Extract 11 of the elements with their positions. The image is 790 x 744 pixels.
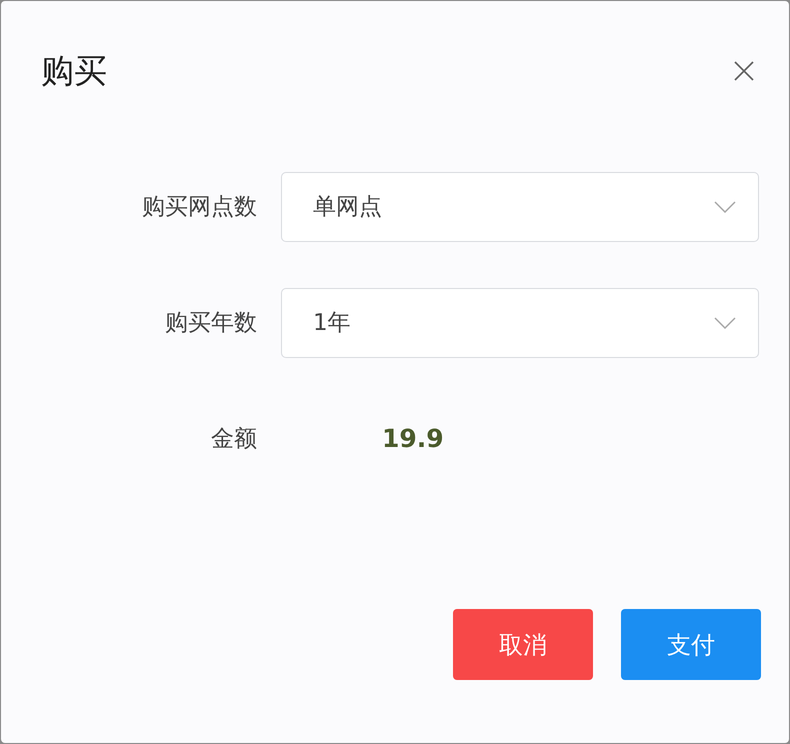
close-icon[interactable]: [733, 60, 755, 82]
cancel-button[interactable]: 取消: [453, 609, 593, 680]
amount-label: 金额: [210, 424, 257, 454]
select-field[interactable]: 1年: [281, 288, 759, 358]
chevron-down-icon: [714, 201, 736, 213]
field-label: 购买网点数: [141, 192, 257, 222]
select-field[interactable]: 单网点: [281, 172, 759, 242]
amount-value: 19.9: [382, 423, 444, 455]
chevron-down-icon: [714, 317, 736, 329]
dialog-title: 购买: [41, 50, 107, 92]
field-label: 购买年数: [164, 308, 257, 338]
